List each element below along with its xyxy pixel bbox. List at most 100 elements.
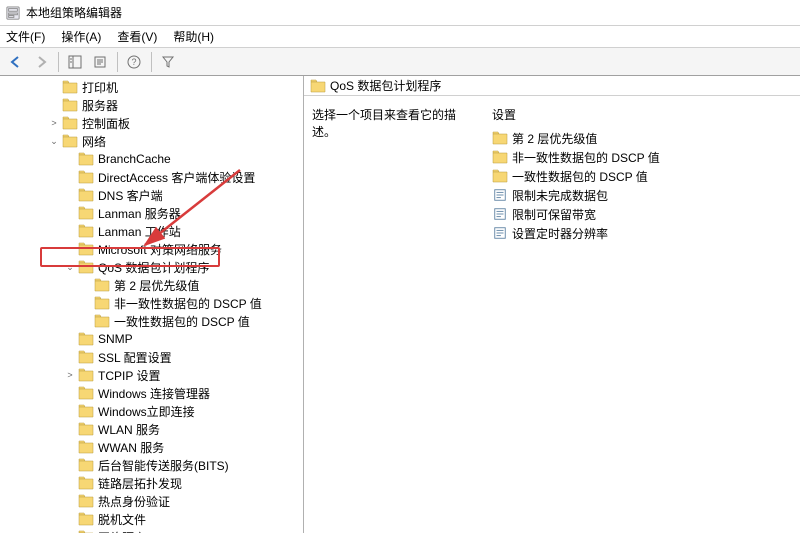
folder-icon — [62, 116, 78, 130]
folder-icon — [78, 512, 94, 526]
folder-icon — [78, 458, 94, 472]
tree-item[interactable]: 打印机 — [0, 78, 303, 96]
folder-icon — [78, 260, 94, 274]
menu-action[interactable]: 操作(A) — [61, 28, 101, 45]
toolbar-filter-button[interactable] — [156, 50, 180, 74]
tree-item[interactable]: DirectAccess 客户端体验设置 — [0, 168, 303, 186]
tree-item[interactable]: Windows立即连接 — [0, 402, 303, 420]
tree-item[interactable]: BranchCache — [0, 150, 303, 168]
tree-item-label: WWAN 服务 — [98, 439, 164, 456]
settings-policy-item[interactable]: 设置定时器分辨率 — [492, 224, 792, 242]
tree-item-label: SNMP — [98, 332, 133, 346]
menu-help[interactable]: 帮助(H) — [173, 28, 214, 45]
tree-item[interactable]: 服务器 — [0, 96, 303, 114]
detail-body: 选择一个项目来查看它的描述。 设置 第 2 层优先级值非一致性数据包的 DSCP… — [304, 96, 800, 253]
tree-item[interactable]: ⌄ 网络 — [0, 132, 303, 150]
tree-item[interactable]: 脱机文件 — [0, 510, 303, 528]
nav-back-button[interactable] — [4, 50, 28, 74]
tree-item[interactable]: Windows 连接管理器 — [0, 384, 303, 402]
setting-icon — [492, 207, 508, 221]
tree-item[interactable]: 链路层拓扑发现 — [0, 474, 303, 492]
content-area: 打印机服务器>控制面板 ⌄ 网络BranchCacheDirectAccess 客户… — [0, 76, 800, 533]
settings-item-label: 第 2 层优先级值 — [512, 130, 597, 147]
chevron-down-icon[interactable]: ⌄ — [64, 261, 76, 273]
toolbar-show-hide-button[interactable] — [63, 50, 87, 74]
chevron-down-icon[interactable]: ⌄ — [48, 135, 60, 147]
tree-item-label: 打印机 — [82, 79, 118, 96]
tree-item-label: DNS 客户端 — [98, 187, 163, 204]
detail-settings-column: 设置 第 2 层优先级值非一致性数据包的 DSCP 值一致性数据包的 DSCP … — [484, 96, 800, 253]
tree-item-label: Lanman 服务器 — [98, 205, 181, 222]
tree-item[interactable]: >控制面板 — [0, 114, 303, 132]
settings-policy-item[interactable]: 限制未完成数据包 — [492, 186, 792, 204]
tree-item[interactable]: >TCPIP 设置 — [0, 366, 303, 384]
folder-icon — [78, 332, 94, 346]
folder-icon — [78, 188, 94, 202]
folder-icon — [78, 224, 94, 238]
tree-pane[interactable]: 打印机服务器>控制面板 ⌄ 网络BranchCacheDirectAccess 客户… — [0, 76, 304, 533]
menu-view[interactable]: 查看(V) — [117, 28, 157, 45]
tree-item[interactable]: 第 2 层优先级值 — [0, 276, 303, 294]
tree-item[interactable]: DNS 客户端 — [0, 186, 303, 204]
tree-item[interactable]: SNMP — [0, 330, 303, 348]
tree-item-label: 网络隔离 — [98, 529, 146, 533]
settings-folder-item[interactable]: 第 2 层优先级值 — [492, 129, 792, 147]
tree-item-label: 脱机文件 — [98, 511, 146, 528]
tree-item-label: 后台智能传送服务(BITS) — [98, 457, 229, 474]
tree-item[interactable]: 后台智能传送服务(BITS) — [0, 456, 303, 474]
folder-icon — [78, 152, 94, 166]
svg-text:?: ? — [131, 57, 136, 67]
detail-hint-text: 选择一个项目来查看它的描述。 — [312, 108, 456, 139]
tree-item[interactable]: ⌄ QoS 数据包计划程序 — [0, 258, 303, 276]
settings-folder-item[interactable]: 一致性数据包的 DSCP 值 — [492, 167, 792, 185]
toolbar-separator — [58, 52, 59, 72]
tree-item[interactable]: 非一致性数据包的 DSCP 值 — [0, 294, 303, 312]
tree-item-label: Windows 连接管理器 — [98, 385, 210, 402]
menu-file[interactable]: 文件(F) — [6, 28, 45, 45]
detail-header-title: QoS 数据包计划程序 — [330, 77, 441, 94]
tree-item[interactable]: 热点身份验证 — [0, 492, 303, 510]
settings-folder-item[interactable]: 非一致性数据包的 DSCP 值 — [492, 148, 792, 166]
tree-item[interactable]: WLAN 服务 — [0, 420, 303, 438]
toolbar-separator — [117, 52, 118, 72]
settings-heading: 设置 — [492, 106, 792, 123]
tree-item[interactable]: Lanman 服务器 — [0, 204, 303, 222]
chevron-right-icon[interactable]: > — [48, 117, 60, 129]
tree-item-label: DirectAccess 客户端体验设置 — [98, 169, 255, 186]
tree-item[interactable]: Microsoft 对策网络服务 — [0, 240, 303, 258]
tree-item[interactable]: SSL 配置设置 — [0, 348, 303, 366]
tree-item-label: 网络 — [82, 133, 106, 150]
folder-icon — [78, 404, 94, 418]
toolbar: ? — [0, 48, 800, 76]
tree-item-label: 服务器 — [82, 97, 118, 114]
detail-hint-column: 选择一个项目来查看它的描述。 — [304, 96, 484, 253]
folder-icon — [94, 314, 110, 328]
folder-icon — [78, 350, 94, 364]
toolbar-export-button[interactable] — [88, 50, 112, 74]
menu-bar: 文件(F) 操作(A) 查看(V) 帮助(H) — [0, 26, 800, 48]
toolbar-help-button[interactable]: ? — [122, 50, 146, 74]
tree-item-label: Windows立即连接 — [98, 403, 195, 420]
nav-forward-button[interactable] — [29, 50, 53, 74]
tree-item[interactable]: 网络隔离 — [0, 528, 303, 533]
folder-icon — [492, 150, 508, 164]
tree-item-label: WLAN 服务 — [98, 421, 160, 438]
tree-item[interactable]: WWAN 服务 — [0, 438, 303, 456]
chevron-right-icon[interactable]: > — [64, 369, 76, 381]
tree-item[interactable]: Lanman 工作站 — [0, 222, 303, 240]
tree-item[interactable]: 一致性数据包的 DSCP 值 — [0, 312, 303, 330]
settings-item-label: 限制可保留带宽 — [512, 206, 596, 223]
setting-icon — [492, 188, 508, 202]
settings-policy-item[interactable]: 限制可保留带宽 — [492, 205, 792, 223]
folder-icon — [78, 170, 94, 184]
tree-item-label: Microsoft 对策网络服务 — [98, 241, 222, 258]
tree-item-label: QoS 数据包计划程序 — [98, 259, 209, 276]
tree-item-label: 非一致性数据包的 DSCP 值 — [114, 295, 262, 312]
tree-item-label: 链路层拓扑发现 — [98, 475, 182, 492]
window-title: 本地组策略编辑器 — [26, 4, 122, 21]
folder-icon — [78, 440, 94, 454]
folder-icon — [78, 494, 94, 508]
tree: 打印机服务器>控制面板 ⌄ 网络BranchCacheDirectAccess 客户… — [0, 78, 303, 533]
tree-item-label: Lanman 工作站 — [98, 223, 181, 240]
folder-icon — [78, 368, 94, 382]
